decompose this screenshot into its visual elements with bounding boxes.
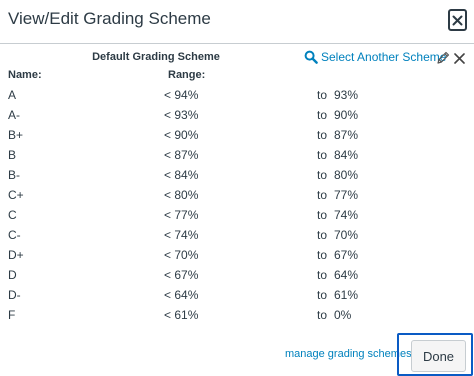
grade-lower-bound: 74% xyxy=(334,208,359,222)
range-column-header: Range: xyxy=(168,69,206,81)
grade-lower-bound: 90% xyxy=(334,108,359,122)
range-separator: to xyxy=(317,208,328,222)
select-another-scheme-link[interactable]: Select Another Scheme xyxy=(304,50,446,64)
grade-upper-bound: < 87% xyxy=(164,148,199,162)
grade-row: A- < 93% to 90% xyxy=(0,105,474,125)
scheme-title: Default Grading Scheme xyxy=(92,51,220,63)
grade-name: B- xyxy=(8,168,20,182)
grade-lower-bound: 80% xyxy=(334,168,359,182)
grade-name: C- xyxy=(8,228,21,242)
dialog-title: View/Edit Grading Scheme xyxy=(8,9,211,28)
grade-row: B < 87% to 84% xyxy=(0,145,474,165)
grade-row: B+ < 90% to 87% xyxy=(0,125,474,145)
grade-name: C xyxy=(8,208,17,222)
grade-upper-bound: < 74% xyxy=(164,228,199,242)
pencil-icon[interactable] xyxy=(436,51,450,65)
grade-row: C- < 74% to 70% xyxy=(0,225,474,245)
grade-upper-bound: < 94% xyxy=(164,88,199,102)
grade-row: B- < 84% to 80% xyxy=(0,165,474,185)
manage-grading-schemes-link[interactable]: manage grading schemes xyxy=(285,348,412,360)
grade-row: F < 61% to 0% xyxy=(0,305,474,325)
grade-name: F xyxy=(8,308,16,322)
grade-lower-bound: 77% xyxy=(334,188,359,202)
range-separator: to xyxy=(317,188,328,202)
grade-lower-bound: 93% xyxy=(334,88,359,102)
grade-name: B xyxy=(8,148,17,162)
grade-upper-bound: < 67% xyxy=(164,268,199,282)
range-separator: to xyxy=(317,168,328,182)
grade-name: C+ xyxy=(8,188,24,202)
range-separator: to xyxy=(317,308,328,322)
grade-row: C < 77% to 74% xyxy=(0,205,474,225)
range-separator: to xyxy=(317,228,328,242)
grade-upper-bound: < 61% xyxy=(164,308,199,322)
grade-name: B+ xyxy=(8,128,24,142)
grade-lower-bound: 61% xyxy=(334,288,359,302)
grade-name: A xyxy=(8,88,17,102)
select-another-scheme-label: Select Another Scheme xyxy=(321,50,447,64)
grade-upper-bound: < 93% xyxy=(164,108,199,122)
range-separator: to xyxy=(317,288,328,302)
grade-upper-bound: < 64% xyxy=(164,288,199,302)
grade-row: D < 67% to 64% xyxy=(0,265,474,285)
grade-row: D- < 64% to 61% xyxy=(0,285,474,305)
grade-lower-bound: 84% xyxy=(334,148,359,162)
search-icon xyxy=(304,50,318,64)
close-button[interactable] xyxy=(448,9,467,31)
grade-upper-bound: < 84% xyxy=(164,168,199,182)
grade-upper-bound: < 90% xyxy=(164,128,199,142)
grading-scheme-dialog: View/Edit Grading Scheme Default Grading… xyxy=(0,0,474,376)
range-separator: to xyxy=(317,148,328,162)
grade-upper-bound: < 70% xyxy=(164,248,199,262)
done-button[interactable]: Done xyxy=(411,340,466,372)
grade-row: C+ < 80% to 77% xyxy=(0,185,474,205)
range-separator: to xyxy=(317,268,328,282)
range-separator: to xyxy=(317,88,328,102)
range-separator: to xyxy=(317,128,328,142)
grade-lower-bound: 0% xyxy=(334,308,352,322)
remove-scheme-icon[interactable] xyxy=(454,53,465,64)
grade-name: D xyxy=(8,268,17,282)
grade-name: A- xyxy=(8,108,20,122)
grade-lower-bound: 67% xyxy=(334,248,359,262)
dialog-titlebar: View/Edit Grading Scheme xyxy=(0,0,474,44)
grade-lower-bound: 64% xyxy=(334,268,359,282)
grade-name: D+ xyxy=(8,248,24,262)
grade-lower-bound: 87% xyxy=(334,128,359,142)
grade-row: D+ < 70% to 67% xyxy=(0,245,474,265)
grade-upper-bound: < 77% xyxy=(164,208,199,222)
close-icon xyxy=(452,15,463,25)
name-column-header: Name: xyxy=(8,69,42,81)
range-separator: to xyxy=(317,248,328,262)
grading-table: A < 94% to 93% A- < 93% to 90% B+ < 90% … xyxy=(0,85,474,325)
grade-upper-bound: < 80% xyxy=(164,188,199,202)
range-separator: to xyxy=(317,108,328,122)
grade-name: D- xyxy=(8,288,21,302)
grade-lower-bound: 70% xyxy=(334,228,359,242)
grade-row: A < 94% to 93% xyxy=(0,85,474,105)
